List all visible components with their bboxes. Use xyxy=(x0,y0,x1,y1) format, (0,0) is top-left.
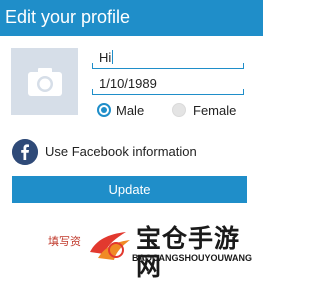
watermark-left-text: 填写资 xyxy=(48,236,81,248)
watermark-logo-icon xyxy=(90,232,130,260)
facebook-icon[interactable] xyxy=(12,139,38,165)
use-facebook-label[interactable]: Use Facebook information xyxy=(45,144,197,160)
update-button[interactable]: Update xyxy=(12,176,247,203)
gender-radio-female[interactable] xyxy=(172,103,186,117)
camera-icon xyxy=(28,68,62,96)
gender-label-female[interactable]: Female xyxy=(193,103,236,118)
gender-radio-male[interactable] xyxy=(97,103,111,117)
name-field[interactable]: Hi xyxy=(92,46,244,69)
name-value: Hi xyxy=(99,50,112,65)
birthdate-field[interactable]: 1/10/1989 xyxy=(92,72,244,95)
profile-photo-picker[interactable] xyxy=(11,48,78,115)
gender-label-male[interactable]: Male xyxy=(116,103,144,118)
watermark-subtitle: BAOCANGSHOUYOUWANG xyxy=(132,253,253,263)
page-title: Edit your profile xyxy=(5,7,131,27)
birthdate-value: 1/10/1989 xyxy=(99,76,157,91)
app-header: Edit your profile xyxy=(0,0,263,36)
watermark: 填写资 宝仓手游网 BAOCANGSHOUYOUWANG xyxy=(48,222,263,281)
text-cursor xyxy=(112,50,114,64)
